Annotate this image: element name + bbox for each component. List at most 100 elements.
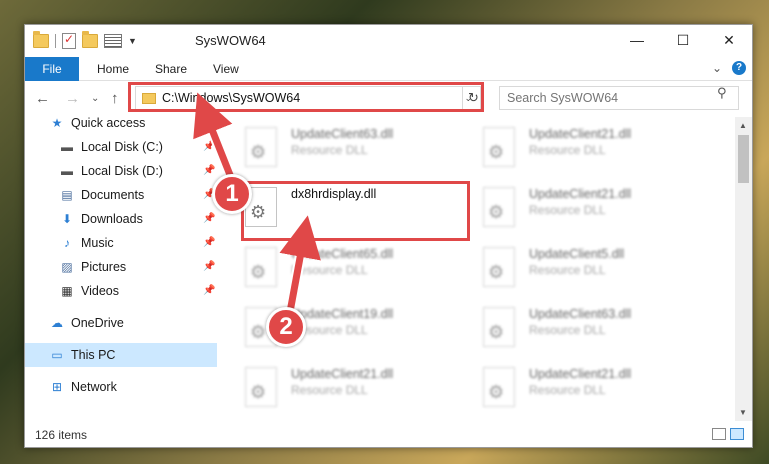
scroll-down-icon[interactable]: ▼ [739, 408, 747, 417]
file-name: UpdateClient21.dll [529, 367, 632, 381]
expand-ribbon-chevron-icon[interactable]: ⌄ [712, 61, 722, 75]
nav-item-quick-access[interactable]: ★ Quick access [49, 111, 209, 135]
documents-icon: ▤ [61, 188, 73, 202]
pin-icon[interactable]: 📌 [203, 141, 215, 152]
file-list: UpdateClient63.dll Resource DLL UpdateCl… [221, 117, 735, 421]
nav-item-documents[interactable]: ▤ Documents [59, 183, 209, 207]
file-name: UpdateClient21.dll [529, 127, 632, 141]
nav-item-this-pc[interactable]: ▭ This PC [25, 343, 217, 367]
file-name: dx8hrdisplay.dll [291, 187, 377, 201]
tiles-view-icon[interactable] [730, 428, 744, 440]
vertical-scrollbar[interactable]: ▲ ▼ [735, 117, 752, 421]
quick-access-toolbar: ▼ [33, 31, 137, 49]
recent-locations-chevron-icon[interactable]: ⌄ [91, 93, 99, 104]
file-name: UpdateClient21.dll [291, 367, 394, 381]
file-item[interactable]: UpdateClient63.dll Resource DLL [483, 303, 713, 355]
dll-file-icon [245, 127, 277, 167]
file-item[interactable]: UpdateClient63.dll Resource DLL [245, 123, 475, 175]
star-icon: ★ [51, 116, 63, 130]
file-item[interactable]: UpdateClient21.dll Resource DLL [483, 183, 713, 235]
nav-item-local-disk-d[interactable]: ▬ Local Disk (D:) [59, 159, 209, 183]
file-type: Resource DLL [529, 383, 606, 397]
nav-item-label: Local Disk (C:) [81, 140, 163, 154]
nav-item-label: Pictures [81, 260, 127, 274]
file-name: UpdateClient65.dll [291, 247, 394, 261]
folder-icon [142, 92, 156, 104]
file-item-dx8hrdisplay[interactable]: dx8hrdisplay.dll [245, 183, 475, 235]
help-icon[interactable]: ? [732, 61, 746, 75]
minimize-button[interactable]: — [614, 25, 660, 55]
nav-item-label: Quick access [71, 116, 146, 130]
nav-item-label: Local Disk (D:) [81, 164, 163, 178]
dll-file-icon [245, 247, 277, 287]
file-name: UpdateClient5.dll [529, 247, 625, 261]
nav-item-label: Documents [81, 188, 145, 202]
scroll-up-icon[interactable]: ▲ [739, 121, 747, 130]
view-properties-icon[interactable] [104, 34, 122, 48]
view-switcher [712, 428, 744, 440]
explorer-window: ▼ SysWOW64 — ☐ ✕ File Home Share View ⌄ … [24, 24, 753, 448]
dll-file-icon [245, 367, 277, 407]
tab-share[interactable]: Share [141, 57, 201, 81]
file-type: Resource DLL [529, 263, 606, 277]
file-name: UpdateClient19.dll [291, 307, 394, 321]
nav-item-network[interactable]: ⊞ Network [49, 375, 209, 399]
dll-file-icon [483, 127, 515, 167]
downloads-icon: ⬇ [61, 212, 73, 226]
pc-icon: ▭ [51, 348, 63, 362]
onedrive-icon: ☁ [51, 316, 63, 330]
folder-icon[interactable] [33, 31, 49, 48]
file-item[interactable]: UpdateClient65.dll Resource DLL [245, 243, 475, 295]
up-button[interactable]: ↑ [111, 90, 119, 107]
nav-item-local-disk-c[interactable]: ▬ Local Disk (C:) [59, 135, 209, 159]
forward-button[interactable]: → [65, 90, 80, 107]
nav-item-music[interactable]: ♪ Music [59, 231, 209, 255]
toolbar-divider [55, 34, 56, 48]
search-icon: ⚲ [717, 85, 727, 100]
file-item[interactable]: UpdateClient21.dll Resource DLL [483, 123, 713, 175]
title-bar: ▼ SysWOW64 — ☐ ✕ [25, 25, 752, 57]
pin-icon[interactable]: 📌 [203, 237, 215, 248]
file-type: Resource DLL [529, 143, 606, 157]
scroll-thumb[interactable] [738, 135, 749, 183]
tab-home[interactable]: Home [83, 57, 143, 81]
nav-item-pictures[interactable]: ▨ Pictures [59, 255, 209, 279]
nav-item-videos[interactable]: ▦ Videos [59, 279, 209, 303]
status-bar: 126 items [25, 423, 752, 447]
pin-icon[interactable]: 📌 [203, 285, 215, 296]
properties-check-icon[interactable] [62, 32, 76, 49]
customize-toolbar-chevron-icon[interactable]: ▼ [128, 36, 137, 46]
pin-icon[interactable]: 📌 [203, 261, 215, 272]
file-type: Resource DLL [529, 203, 606, 217]
pin-icon[interactable]: 📌 [203, 165, 215, 176]
dll-file-icon [483, 307, 515, 347]
pin-icon[interactable]: 📌 [203, 213, 215, 224]
item-count: 126 items [35, 428, 88, 442]
nav-item-onedrive[interactable]: ☁ OneDrive [49, 311, 209, 335]
file-item[interactable]: UpdateClient21.dll Resource DLL [483, 363, 713, 415]
new-folder-icon[interactable] [82, 31, 98, 48]
tab-view[interactable]: View [199, 57, 253, 81]
file-item[interactable]: UpdateClient5.dll Resource DLL [483, 243, 713, 295]
music-icon: ♪ [64, 236, 70, 250]
nav-item-label: This PC [71, 348, 116, 362]
tab-file[interactable]: File [25, 57, 79, 81]
nav-item-label: Music [81, 236, 114, 250]
window-controls: — ☐ ✕ [614, 25, 752, 55]
file-name: UpdateClient21.dll [529, 187, 632, 201]
navigation-pane: ★ Quick access ▬ Local Disk (C:) 📌 ▬ Loc… [25, 116, 217, 421]
refresh-button[interactable]: ↻ [462, 87, 484, 109]
pictures-icon: ▨ [61, 260, 73, 274]
nav-item-label: Downloads [81, 212, 143, 226]
back-button[interactable]: ← [35, 90, 50, 107]
maximize-button[interactable]: ☐ [660, 25, 706, 55]
address-bar[interactable]: C:\Windows\SysWOW64 ⌄ [135, 86, 481, 110]
close-button[interactable]: ✕ [706, 25, 752, 55]
nav-item-downloads[interactable]: ⬇ Downloads [59, 207, 209, 231]
file-item[interactable]: UpdateClient21.dll Resource DLL [245, 363, 475, 415]
file-type: Resource DLL [291, 263, 368, 277]
ribbon-tabs: File Home Share View ⌄ ? [25, 57, 752, 81]
details-view-icon[interactable] [712, 428, 726, 440]
nav-item-label: Videos [81, 284, 119, 298]
search-input[interactable] [499, 86, 739, 110]
